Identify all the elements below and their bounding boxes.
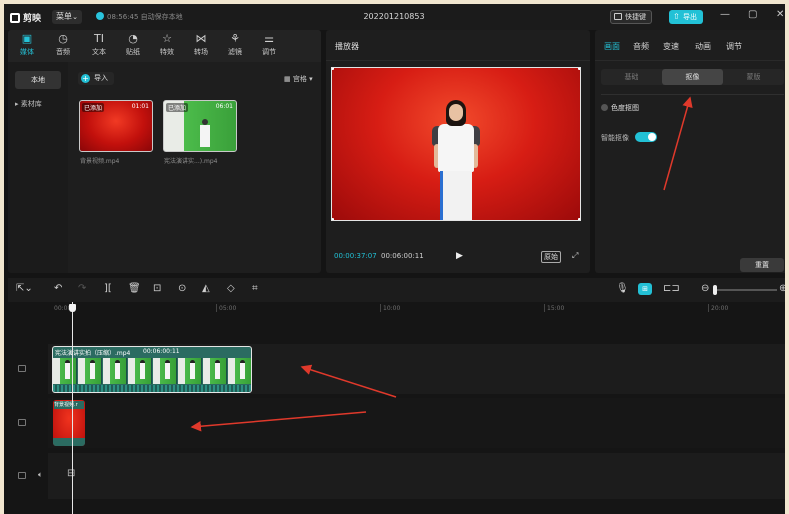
app-window: 剪映 菜单 ⌄ 08:56:45 自动保存本地 202201210853 快捷键 … bbox=[4, 4, 785, 514]
arrow-to-background-clip bbox=[190, 411, 367, 432]
annotation-arrows bbox=[190, 96, 693, 432]
arrow-to-main-clip bbox=[300, 364, 397, 398]
arrow-to-cutout-tab bbox=[663, 96, 693, 191]
